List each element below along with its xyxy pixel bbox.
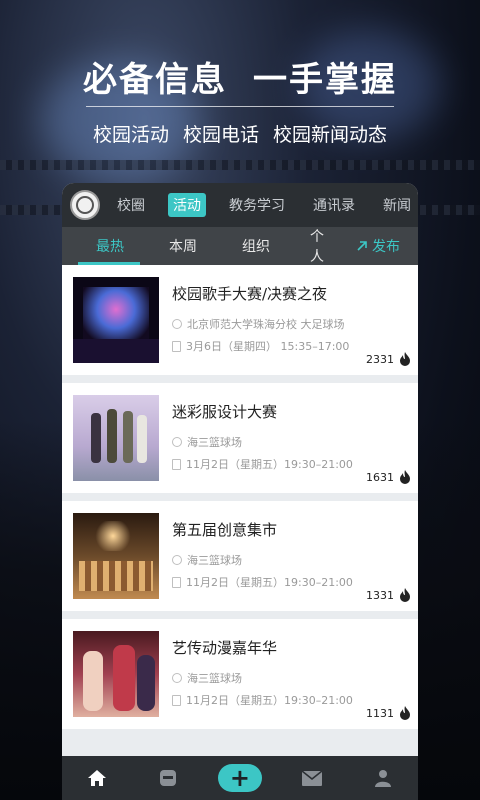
flame-icon [400, 588, 410, 602]
event-thumbnail [73, 631, 159, 717]
event-location-text: 海三篮球场 [187, 436, 242, 449]
hero-sub-item: 校园电话 [182, 124, 259, 146]
event-thumbnail [73, 277, 159, 363]
event-time-text: 11月2日（星期五）19:30–21:00 [186, 458, 353, 471]
flame-icon [400, 352, 410, 366]
event-location: 北京师范大学珠海分校 大足球场 [172, 316, 349, 332]
event-card[interactable]: 第五届创意集市 海三篮球场 11月2日（星期五）19:30–21:00 1331 [62, 501, 418, 611]
nav-tab-contacts[interactable]: 通讯录 [308, 193, 360, 217]
nav-tab-activity[interactable]: 活动 [168, 193, 206, 217]
event-time: 11月2日（星期五）19:30–21:00 [172, 574, 353, 590]
event-location-text: 北京师范大学珠海分校 大足球场 [187, 318, 345, 331]
heat-count: 1131 [366, 706, 394, 720]
event-location: 海三篮球场 [172, 434, 353, 450]
calendar-icon [172, 340, 181, 352]
hero-divider [86, 106, 394, 107]
subtab-organization[interactable]: 组织 [208, 236, 304, 256]
event-list: 校园歌手大赛/决赛之夜 北京师范大学珠海分校 大足球场 3月6日（星期四） 15… [62, 265, 418, 729]
stage-truss [0, 160, 480, 170]
event-location-text: 海三篮球场 [187, 554, 242, 567]
event-location-text: 海三篮球场 [187, 672, 242, 685]
subtab-personal[interactable]: 个人 [304, 226, 330, 266]
event-time: 11月2日（星期五）19:30–21:00 [172, 456, 353, 472]
event-title: 艺传动漫嘉年华 [172, 639, 278, 657]
event-title: 第五届创意集市 [172, 521, 278, 539]
nav-tab-news[interactable]: 新闻 [378, 193, 416, 217]
calendar-icon [172, 576, 181, 588]
top-nav: 校圈 活动 教务学习 通讯录 新闻 [62, 183, 418, 227]
calendar-icon [172, 458, 181, 470]
headline-right: 一手掌握 [253, 60, 397, 100]
app-screen: 校圈 活动 教务学习 通讯录 新闻 最热 本周 组织 个人 发布 校园歌手大赛/… [62, 183, 418, 800]
event-card[interactable]: 艺传动漫嘉年华 海三篮球场 11月2日（星期五）19:30–21:00 1131 [62, 619, 418, 729]
flame-icon [400, 470, 410, 484]
event-time: 3月6日（星期四） 15:35–17:00 [172, 338, 349, 354]
heat-count: 2331 [366, 352, 394, 366]
add-button[interactable]: + [217, 764, 262, 792]
heat-count: 1631 [366, 470, 394, 484]
event-time-text: 11月2日（星期五）19:30–21:00 [186, 694, 353, 707]
event-card[interactable]: 迷彩服设计大赛 海三篮球场 11月2日（星期五）19:30–21:00 1631 [62, 383, 418, 493]
school-logo-icon[interactable] [70, 190, 100, 220]
event-heat: 1631 [366, 469, 412, 485]
headline-left: 必备信息 [83, 60, 227, 100]
location-icon [172, 555, 182, 565]
event-location: 海三篮球场 [172, 552, 353, 568]
event-time-text: 11月2日（星期五）19:30–21:00 [186, 576, 353, 589]
profile-icon[interactable] [363, 763, 403, 793]
event-heat: 1131 [366, 705, 412, 721]
card-icon[interactable] [148, 763, 188, 793]
hero-headline: 必备信息 一手掌握 [0, 52, 480, 101]
hero-sub-item: 校园活动 [92, 124, 169, 146]
event-thumbnail [73, 395, 159, 481]
nav-tab-circle[interactable]: 校圈 [112, 193, 150, 217]
home-icon[interactable] [77, 763, 117, 793]
location-icon [172, 319, 182, 329]
location-icon [172, 673, 182, 683]
subtab-hottest[interactable]: 最热 [62, 236, 158, 256]
event-location: 海三篮球场 [172, 670, 353, 686]
event-thumbnail [73, 513, 159, 599]
hero-sub-item: 校园新闻动态 [273, 124, 388, 146]
event-time-text: 3月6日（星期四） 15:35–17:00 [186, 340, 350, 353]
publish-button[interactable]: 发布 [356, 236, 400, 256]
sub-tabs: 最热 本周 组织 个人 发布 [62, 227, 418, 265]
event-title: 校园歌手大赛/决赛之夜 [172, 285, 328, 303]
event-heat: 1331 [366, 587, 412, 603]
location-icon [172, 437, 182, 447]
event-time: 11月2日（星期五）19:30–21:00 [172, 692, 353, 708]
subtab-this-week[interactable]: 本周 [158, 236, 208, 256]
heat-count: 1331 [366, 588, 394, 602]
publish-label: 发布 [372, 239, 400, 255]
hero-subline: 校园活动 校园电话 校园新闻动态 [0, 120, 480, 147]
publish-icon [357, 241, 367, 251]
mail-icon[interactable] [292, 763, 332, 793]
event-title: 迷彩服设计大赛 [172, 403, 278, 421]
event-heat: 2331 [366, 351, 412, 367]
bottom-nav: + [62, 756, 418, 800]
calendar-icon [172, 694, 181, 706]
flame-icon [400, 706, 410, 720]
nav-tab-study[interactable]: 教务学习 [224, 193, 290, 217]
event-card[interactable]: 校园歌手大赛/决赛之夜 北京师范大学珠海分校 大足球场 3月6日（星期四） 15… [62, 265, 418, 375]
